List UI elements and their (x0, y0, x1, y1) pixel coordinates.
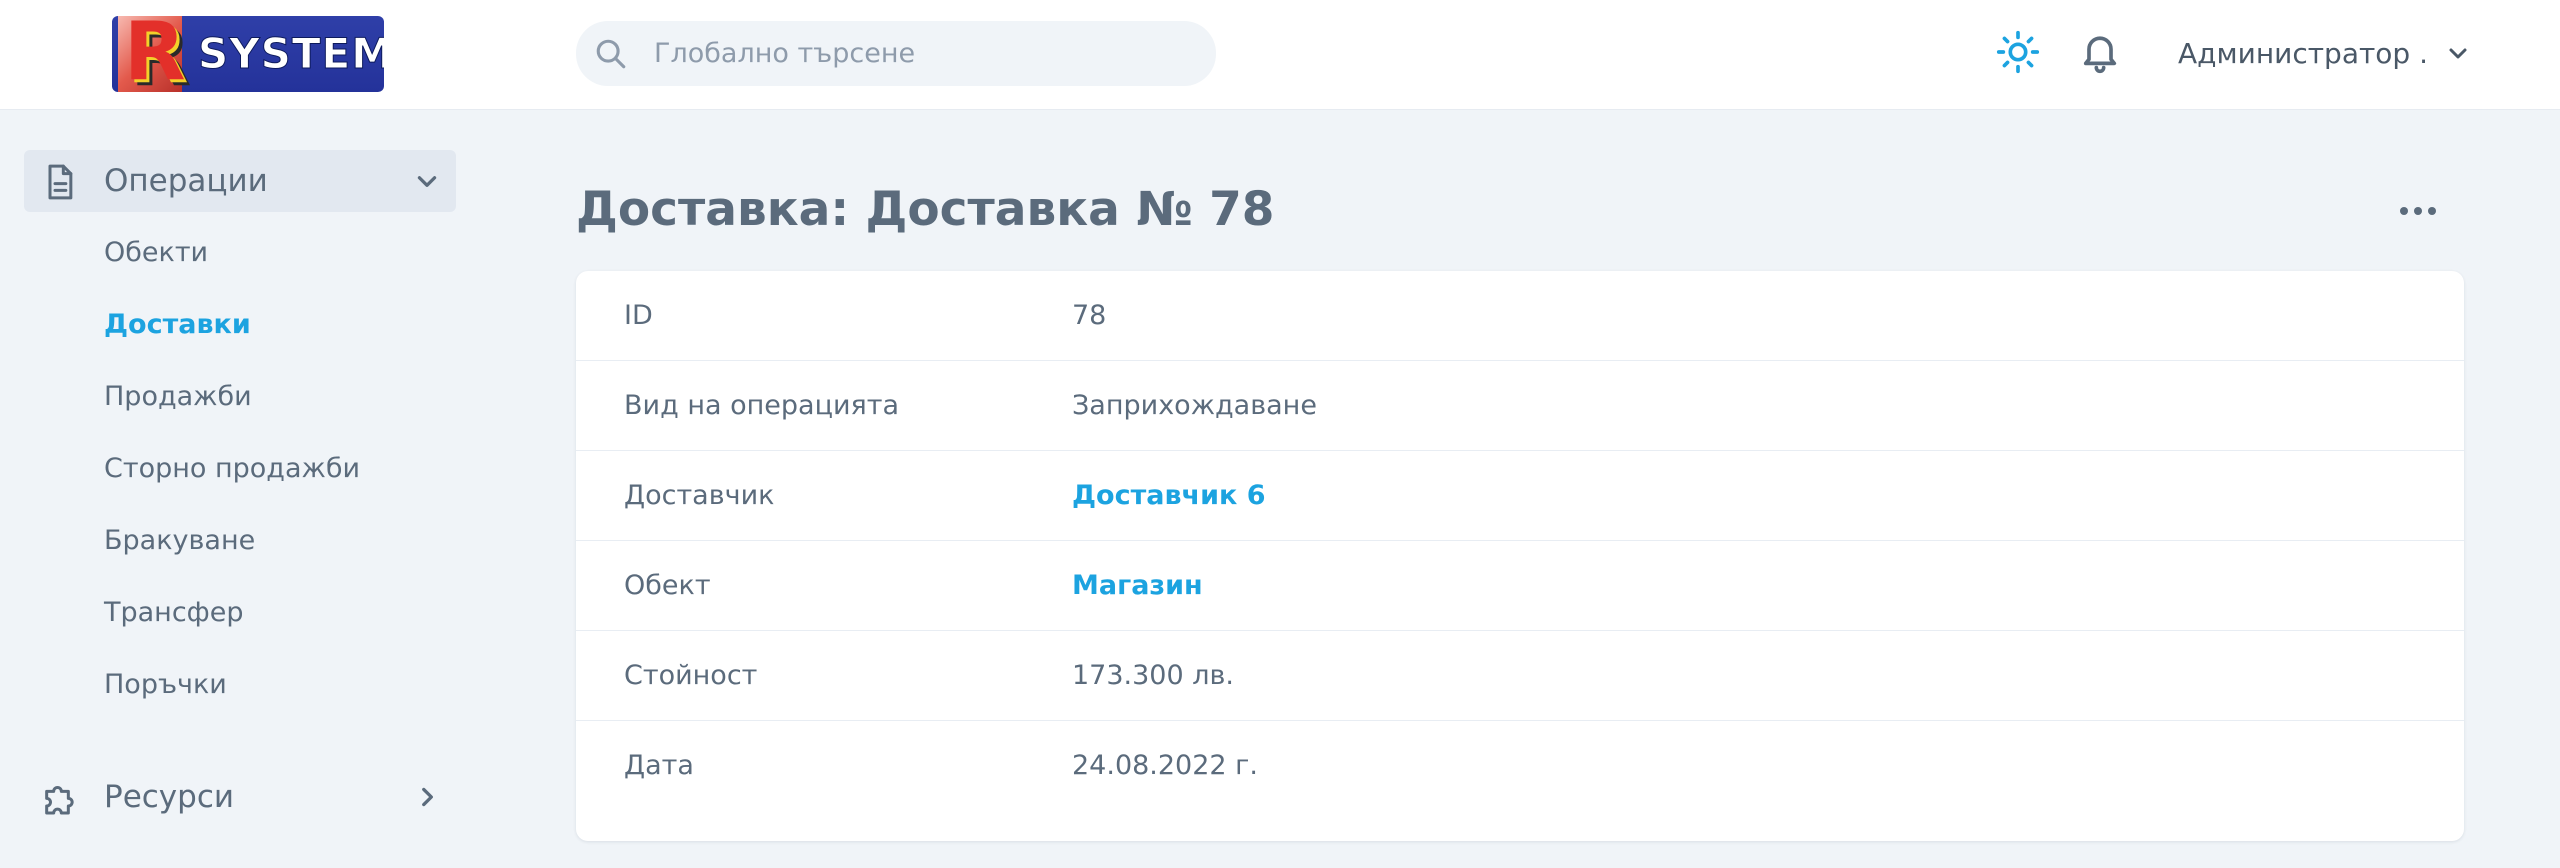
field-label: ID (624, 300, 653, 331)
sidebar-item-deliveries[interactable]: Доставки (104, 308, 251, 342)
field-value: Заприхождаване (1072, 390, 1317, 421)
sidebar-group-label: Операции (104, 163, 268, 199)
supplier-link[interactable]: Доставчик 6 (1072, 479, 1266, 513)
chevron-down-icon (417, 176, 437, 187)
sidebar-item-sales-reversals[interactable]: Сторно продажби (104, 452, 360, 486)
detail-row-id: ID 78 (576, 271, 2464, 361)
user-name: Администратор . (2178, 36, 2428, 70)
chevron-down-icon (2449, 48, 2467, 59)
document-icon (48, 164, 73, 200)
notifications-bell-icon[interactable] (2078, 30, 2122, 74)
more-options-icon[interactable] (2396, 196, 2440, 226)
sidebar-group-operations[interactable]: Операции (24, 150, 456, 212)
search-input[interactable] (654, 21, 1194, 86)
field-label: Вид на операцията (624, 390, 900, 421)
sidebar-group-resources[interactable]: Ресурси (24, 766, 456, 828)
app-logo[interactable]: R SYSTEM (112, 16, 384, 92)
logo-letter: R (124, 16, 186, 92)
field-label: Стойност (624, 660, 758, 691)
detail-row-supplier: Доставчик Доставчик 6 (576, 451, 2464, 541)
puzzle-icon (45, 786, 74, 815)
field-value: 173.300 лв. (1072, 660, 1234, 691)
user-menu[interactable]: Администратор . (2178, 30, 2470, 76)
page-title: Доставка: Доставка № 78 (576, 182, 1275, 237)
field-value: 78 (1072, 300, 1107, 331)
logo-text: SYSTEM (197, 29, 384, 78)
detail-row-value: Стойност 173.300 лв. (576, 631, 2464, 721)
field-label: Обект (624, 570, 711, 601)
sidebar-item-orders[interactable]: Поръчки (104, 668, 227, 702)
sidebar-item-objects[interactable]: Обекти (104, 236, 208, 270)
sidebar-item-sales[interactable]: Продажби (104, 380, 252, 414)
detail-row-object: Обект Магазин (576, 541, 2464, 631)
chevron-right-icon (422, 787, 433, 807)
field-label: Доставчик (624, 480, 775, 511)
detail-row-date: Дата 24.08.2022 г. (576, 721, 2464, 811)
sidebar-item-write-offs[interactable]: Бракуване (104, 524, 255, 558)
global-search[interactable] (576, 21, 1216, 86)
theme-toggle-sun-icon[interactable] (1996, 30, 2040, 74)
field-label: Дата (624, 750, 694, 781)
sidebar-item-transfer[interactable]: Трансфер (104, 596, 244, 630)
details-card: ID 78 Вид на операцията Заприхождаване Д… (576, 271, 2464, 841)
top-bar: R SYSTEM Администратор . (0, 0, 2560, 110)
sidebar-group-label: Ресурси (104, 779, 235, 815)
object-link[interactable]: Магазин (1072, 569, 1203, 603)
field-value: 24.08.2022 г. (1072, 750, 1258, 781)
detail-row-operation-type: Вид на операцията Заприхождаване (576, 361, 2464, 451)
search-icon (596, 39, 626, 69)
